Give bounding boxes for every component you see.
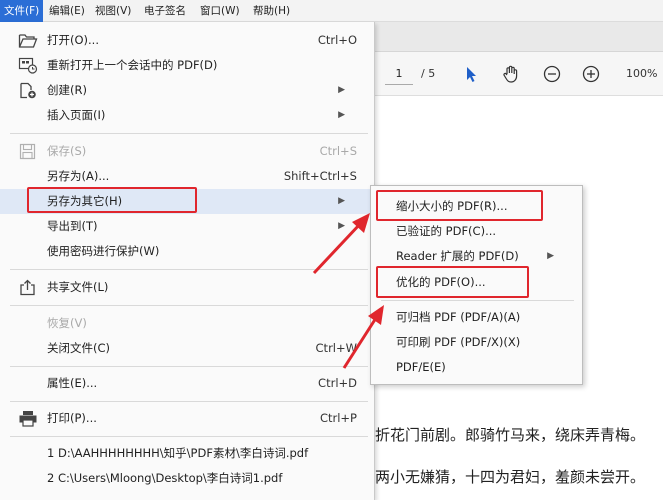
menu-divider <box>10 436 368 437</box>
submenu-arrow-icon: ▶ <box>338 221 345 231</box>
submenu-item-pdf-x[interactable]: 可印刷 PDF (PDF/X)(X) <box>371 330 584 355</box>
menu-view[interactable]: 视图(V) <box>91 0 135 22</box>
submenu-item-pdf-e[interactable]: PDF/E(E) <box>371 355 584 380</box>
menu-item-open[interactable]: 打开(O)... Ctrl+O <box>0 28 375 53</box>
print-icon <box>18 410 38 427</box>
create-pdf-icon <box>18 82 38 99</box>
highlight-reduced-size-pdf <box>376 190 543 221</box>
select-cursor-icon[interactable] <box>463 52 479 96</box>
menu-item-save[interactable]: 保存(S) Ctrl+S <box>0 139 375 164</box>
menu-item-close-file[interactable]: 关闭文件(C) Ctrl+W <box>0 336 375 361</box>
menu-divider <box>10 401 368 402</box>
menu-bar: 文件(F) 编辑(E) 视图(V) 电子签名 窗口(W) 帮助(H) <box>0 0 663 22</box>
share-icon <box>18 279 38 296</box>
zoom-level[interactable]: 100% <box>626 52 657 96</box>
highlight-save-as-other <box>27 187 197 213</box>
document-toolbar: 1 / 5 100% <box>375 52 663 96</box>
menu-item-revert[interactable]: 恢复(V) <box>0 311 375 336</box>
submenu-item-pdf-a[interactable]: 可归档 PDF (PDF/A)(A) <box>371 305 584 330</box>
submenu-arrow-icon: ▶ <box>338 85 345 95</box>
menu-item-password-protect[interactable]: 使用密码进行保护(W) <box>0 239 375 264</box>
page-number-input[interactable]: 1 <box>385 63 413 85</box>
menu-divider <box>10 305 368 306</box>
menu-item-save-as[interactable]: 另存为(A)... Shift+Ctrl+S <box>0 164 375 189</box>
page-total: / 5 <box>421 67 436 80</box>
save-icon <box>18 143 38 160</box>
document-text-line: 折花门前剧。郎骑竹马来，绕床弄青梅。 <box>375 426 646 444</box>
menu-divider <box>10 133 368 134</box>
menu-item-reopen-session[interactable]: 重新打开上一个会话中的 PDF(D) <box>0 53 375 78</box>
recent-file-1[interactable]: 1 D:\AAHHHHHHHH\知乎\PDF素材\李白诗词.pdf <box>0 441 375 466</box>
menu-item-insert-pages[interactable]: 插入页面(I) ▶ <box>0 103 375 128</box>
menu-divider <box>10 366 368 367</box>
hand-tool-icon[interactable] <box>501 52 521 96</box>
menu-divider <box>10 269 368 270</box>
menu-item-export-to[interactable]: 导出到(T) ▶ <box>0 214 375 239</box>
menu-window[interactable]: 窗口(W) <box>196 0 244 22</box>
menu-edit[interactable]: 编辑(E) <box>45 0 89 22</box>
zoom-in-icon[interactable] <box>582 52 600 96</box>
submenu-arrow-icon: ▶ <box>547 251 554 261</box>
file-menu: 打开(O)... Ctrl+O 重新打开上一个会话中的 PDF(D) 创建(R)… <box>0 22 375 500</box>
menu-item-share-file[interactable]: 共享文件(L) <box>0 275 375 300</box>
menu-item-properties[interactable]: 属性(E)... Ctrl+D <box>0 371 375 396</box>
submenu-arrow-icon: ▶ <box>338 110 345 120</box>
highlight-optimized-pdf <box>376 266 529 298</box>
document-text-line: 两小无嫌猜，十四为君妇，羞颜未尝开。 <box>375 468 646 486</box>
menu-file[interactable]: 文件(F) <box>0 0 44 22</box>
zoom-out-icon[interactable] <box>543 52 561 96</box>
submenu-item-certified-pdf[interactable]: 已验证的 PDF(C)... <box>371 219 584 244</box>
menu-help[interactable]: 帮助(H) <box>249 0 294 22</box>
document-tab-strip <box>375 22 663 52</box>
menu-esign[interactable]: 电子签名 <box>140 0 190 22</box>
submenu-arrow-icon: ▶ <box>338 196 345 206</box>
submenu-divider <box>381 300 574 301</box>
menu-item-print[interactable]: 打印(P)... Ctrl+P <box>0 406 375 431</box>
folder-open-icon <box>18 32 38 49</box>
recent-file-2[interactable]: 2 C:\Users\Mloong\Desktop\李白诗词1.pdf <box>0 466 375 491</box>
reopen-session-icon <box>18 57 38 74</box>
menu-item-create[interactable]: 创建(R) ▶ <box>0 78 375 103</box>
